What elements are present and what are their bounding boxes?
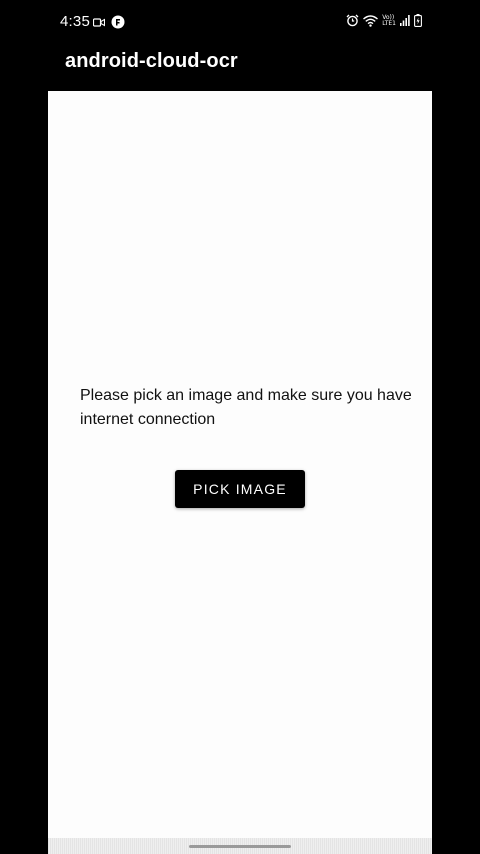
app-screen: 4:35 Vo)) LTE1 android-cloud-ocr Please … bbox=[0, 0, 480, 854]
app-bar: android-cloud-ocr bbox=[0, 44, 480, 90]
status-bar: 4:35 Vo)) LTE1 bbox=[0, 0, 480, 44]
status-time: 4:35 bbox=[60, 13, 90, 30]
app-title: android-cloud-ocr bbox=[65, 50, 238, 72]
home-gesture-handle[interactable] bbox=[189, 845, 291, 848]
video-icon bbox=[93, 17, 105, 27]
instruction-message: Please pick an image and make sure you h… bbox=[80, 387, 412, 428]
volte-lte-icon: Vo)) LTE1 bbox=[382, 14, 396, 27]
main-content: Please pick an image and make sure you h… bbox=[48, 91, 432, 841]
wifi-icon bbox=[363, 14, 379, 27]
status-left-icons bbox=[93, 15, 125, 29]
network-label-bottom: LTE1 bbox=[382, 19, 396, 27]
alarm-icon bbox=[346, 14, 359, 27]
signal-icon bbox=[400, 15, 410, 26]
battery-icon bbox=[414, 14, 422, 27]
app-notification-icon bbox=[111, 15, 125, 29]
status-right-icons: Vo)) LTE1 bbox=[346, 14, 422, 27]
pick-image-button[interactable]: PICK IMAGE bbox=[175, 470, 305, 508]
